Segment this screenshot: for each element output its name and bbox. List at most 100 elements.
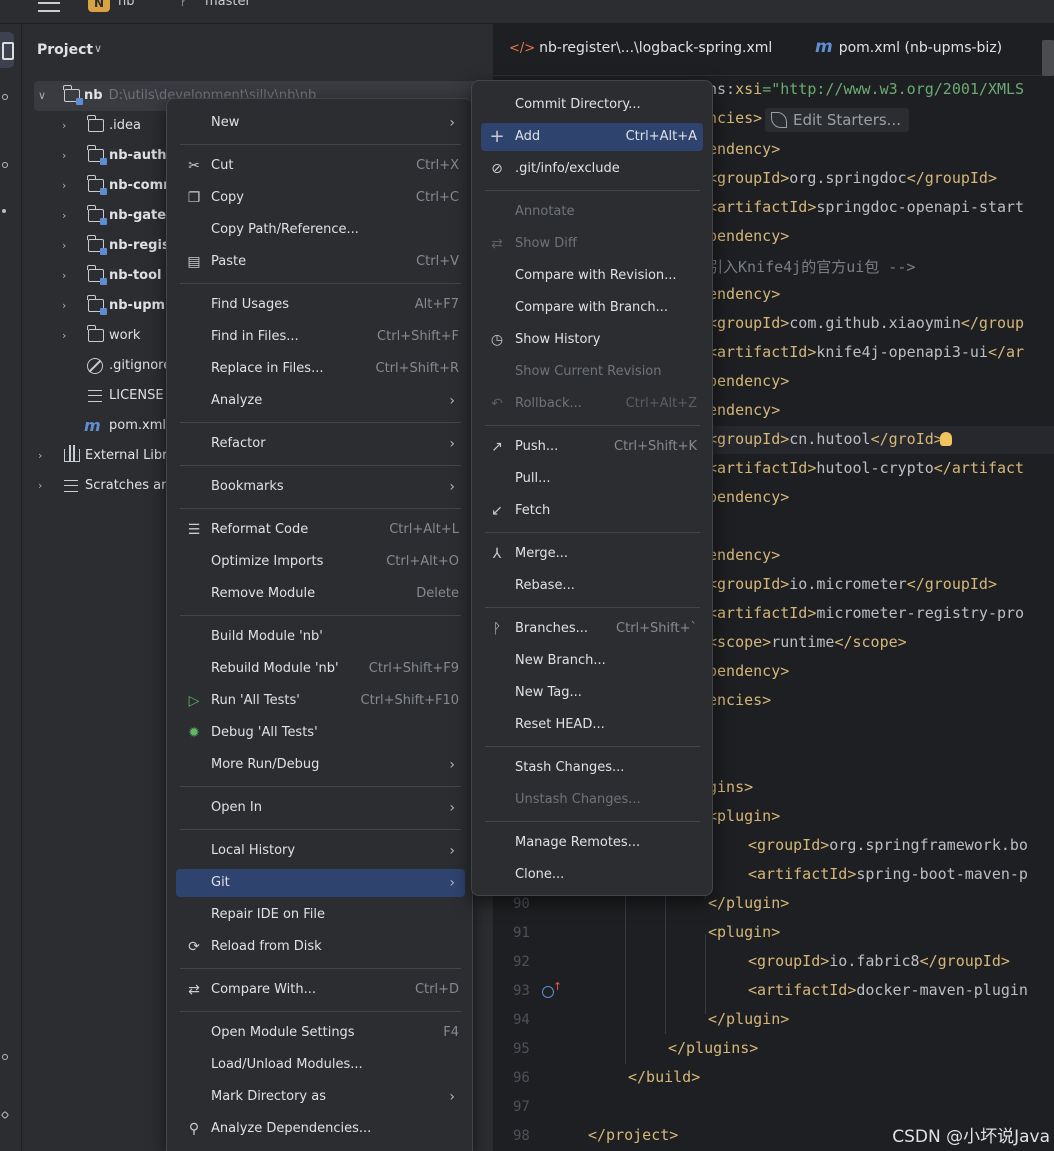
menu-item-reload-from-disk[interactable]: ⟳ Reload from Disk <box>176 933 465 961</box>
menu-item-local-history[interactable]: Local History › <box>176 837 465 865</box>
more-tools-icon[interactable] <box>2 209 6 213</box>
menu-item-new[interactable]: New › <box>176 109 465 137</box>
menu-item-refactor[interactable]: Refactor › <box>176 430 465 458</box>
chevron-right-icon[interactable]: › <box>62 171 74 201</box>
menu-item-git[interactable]: Git › <box>176 869 465 897</box>
code-line[interactable]: <groupId>io.micrometer</groupId> <box>708 575 997 593</box>
menu-item-rebuild-module[interactable]: Rebuild Module 'nb' Ctrl+Shift+F9 <box>176 655 465 683</box>
git-item-rebase[interactable]: Rebase... <box>481 572 703 600</box>
code-line[interactable]: gins> <box>708 778 753 796</box>
menu-item-find-in-files[interactable]: Find in Files... Ctrl+Shift+F <box>176 323 465 351</box>
code-line[interactable]: </build> <box>628 1068 700 1086</box>
menu-item-paste[interactable]: ▤ Paste Ctrl+V <box>176 248 465 276</box>
git-item-push[interactable]: ↗ Push... Ctrl+Shift+K <box>481 433 703 461</box>
code-line[interactable]: <artifactId>springdoc-openapi-start <box>708 198 1024 216</box>
problems-tool-icon[interactable] <box>0 1110 10 1120</box>
code-line[interactable]: <artifactId>hutool-crypto</artifact <box>708 459 1024 477</box>
menu-item-copy-path[interactable]: Copy Path/Reference... <box>176 216 465 244</box>
chevron-right-icon[interactable]: › <box>62 111 74 141</box>
menu-item-open-module-settings[interactable]: Open Module Settings F4 <box>176 1019 465 1047</box>
code-line[interactable]: </plugin> <box>708 1010 789 1028</box>
tab-scrollbar[interactable] <box>1042 40 1054 76</box>
code-line[interactable]: endency> <box>708 285 780 303</box>
git-item-clone[interactable]: Clone... <box>481 861 703 889</box>
commit-tool-icon[interactable] <box>2 94 8 100</box>
project-name[interactable]: nb <box>118 0 135 9</box>
structure-tool-icon[interactable] <box>2 162 8 168</box>
chevron-right-icon[interactable]: › <box>38 471 50 501</box>
menu-item-repair-ide[interactable]: Repair IDE on File <box>176 901 465 929</box>
git-item-branches[interactable]: ᚹ Branches... Ctrl+Shift+` <box>481 615 703 643</box>
git-item-manage-remotes[interactable]: Manage Remotes... <box>481 829 703 857</box>
project-tool-icon[interactable] <box>0 32 14 68</box>
menu-item-remove-module[interactable]: Remove Module Delete <box>176 580 465 608</box>
code-line[interactable]: <groupId>com.github.xiaoymin</group <box>708 314 1024 332</box>
main-menu-icon[interactable] <box>38 2 60 12</box>
code-line[interactable]: <artifactId>spring-boot-maven-p <box>748 865 1028 883</box>
menu-item-open-in[interactable]: Open In › <box>176 794 465 822</box>
chevron-down-icon[interactable]: ∨ <box>94 42 102 55</box>
menu-item-replace-in-files[interactable]: Replace in Files... Ctrl+Shift+R <box>176 355 465 383</box>
code-line[interactable]: encies> <box>708 691 771 709</box>
code-line[interactable]: pendency> <box>708 488 789 506</box>
code-line[interactable]: 引入Knife4j的官方ui包 --> <box>708 256 915 277</box>
terminal-tool-icon[interactable] <box>2 1054 8 1060</box>
code-line[interactable]: <artifactId>micrometer-registry-pro <box>708 604 1024 622</box>
git-item-reset-head[interactable]: Reset HEAD... <box>481 711 703 739</box>
menu-item-analyze[interactable]: Analyze › <box>176 387 465 415</box>
chevron-right-icon[interactable]: › <box>62 291 74 321</box>
chevron-right-icon[interactable]: › <box>62 201 74 231</box>
code-line[interactable]: <groupId>org.springframework.bo <box>748 836 1028 854</box>
tab-logback-spring[interactable]: </> nb-register\...\logback-spring.xml <box>509 40 772 56</box>
code-line[interactable]: endency> <box>708 546 780 564</box>
menu-item-debug-all-tests[interactable]: ✹ Debug 'All Tests' <box>176 719 465 747</box>
code-line[interactable]: </project> <box>588 1126 678 1144</box>
code-line[interactable]: <plugin> <box>708 923 780 941</box>
code-line[interactable]: <groupId>org.springdoc</groupId> <box>708 169 997 187</box>
code-line[interactable]: ns:xsi="http://www.w3.org/2001/XMLS <box>708 80 1024 98</box>
menu-item-more-run-debug[interactable]: More Run/Debug › <box>176 751 465 779</box>
git-item-compare-with-branch[interactable]: Compare with Branch... <box>481 294 703 322</box>
git-item-stash-changes[interactable]: Stash Changes... <box>481 754 703 782</box>
chevron-right-icon[interactable]: › <box>38 441 50 471</box>
git-item-fetch[interactable]: ↙ Fetch <box>481 497 703 525</box>
lightbulb-icon[interactable] <box>940 432 952 446</box>
code-line[interactable]: pendency> <box>708 662 789 680</box>
panel-title[interactable]: Project <box>37 42 93 58</box>
menu-item-compare-with[interactable]: ⇄ Compare With... Ctrl+D <box>176 976 465 1004</box>
git-item-new-branch[interactable]: New Branch... <box>481 647 703 675</box>
edit-starters-button[interactable]: Edit Starters... <box>765 108 909 132</box>
code-line[interactable]: </plugin> <box>708 894 789 912</box>
code-line[interactable]: <scope>runtime</scope> <box>708 633 907 651</box>
code-line[interactable]: pendency> <box>708 227 789 245</box>
tab-pom-xml[interactable]: m pom.xml (nb-upms-biz) <box>815 37 1002 57</box>
code-line[interactable]: <plugin> <box>708 807 780 825</box>
code-line[interactable]: <groupId>io.fabric8</groupId> <box>748 952 1010 970</box>
menu-item-analyze-dependencies[interactable]: ⚲ Analyze Dependencies... <box>176 1115 465 1143</box>
chevron-right-icon[interactable]: › <box>62 261 74 291</box>
project-badge[interactable]: N <box>88 0 110 12</box>
code-line[interactable]: endency> <box>708 140 780 158</box>
menu-item-optimize-imports[interactable]: Optimize Imports Ctrl+Alt+O <box>176 548 465 576</box>
git-item-exclude[interactable]: ⊘ .git/info/exclude <box>481 155 703 183</box>
code-line[interactable]: <artifactId>docker-maven-plugin <box>748 981 1028 999</box>
git-item-compare-with-revision[interactable]: Compare with Revision... <box>481 262 703 290</box>
chevron-right-icon[interactable]: › <box>62 321 74 351</box>
git-item-pull[interactable]: Pull... <box>481 465 703 493</box>
git-item-new-tag[interactable]: New Tag... <box>481 679 703 707</box>
menu-item-cut[interactable]: ✂ Cut Ctrl+X <box>176 152 465 180</box>
chevron-down-icon[interactable]: ∨ <box>38 81 50 111</box>
git-item-add[interactable]: + Add Ctrl+Alt+A <box>481 123 703 151</box>
menu-item-bookmarks[interactable]: Bookmarks › <box>176 473 465 501</box>
code-line[interactable]: pendency> <box>708 372 789 390</box>
git-item-commit-directory[interactable]: Commit Directory... <box>481 91 703 119</box>
menu-item-load-unload-modules[interactable]: Load/Unload Modules... <box>176 1051 465 1079</box>
menu-item-mark-directory-as[interactable]: Mark Directory as › <box>176 1083 465 1111</box>
code-line[interactable]: endency> <box>708 401 780 419</box>
chevron-right-icon[interactable]: › <box>62 231 74 261</box>
git-item-show-history[interactable]: ◷ Show History <box>481 326 703 354</box>
code-line[interactable]: </plugins> <box>668 1039 758 1057</box>
menu-item-build-module[interactable]: Build Module 'nb' <box>176 623 465 651</box>
code-line[interactable]: <groupId>cn.hutool</groId> <box>708 430 943 448</box>
code-line[interactable]: ncies> <box>708 109 762 127</box>
